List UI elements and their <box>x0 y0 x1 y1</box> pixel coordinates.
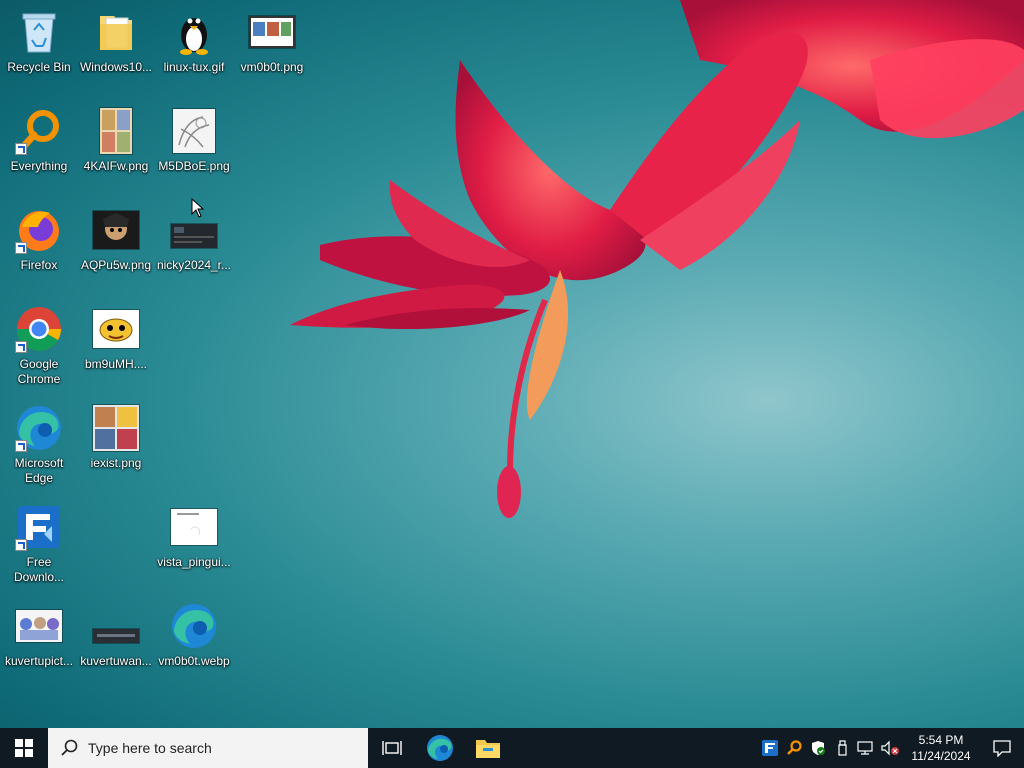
tray-volume[interactable] <box>878 728 902 768</box>
taskbar: Type here to search 5:54 PM 11/24/2024 <box>0 728 1024 768</box>
clock-time: 5:54 PM <box>918 733 964 747</box>
tray-usb[interactable] <box>830 728 854 768</box>
desktop-icon-label: 4KAIFw.png <box>83 159 149 173</box>
desktop-icon-label: Everything <box>10 159 68 173</box>
volume-muted-icon <box>881 740 899 756</box>
image-thumbnail-icon <box>92 602 140 650</box>
shortcut-arrow-icon <box>15 143 27 155</box>
image-thumbnail-icon <box>92 305 140 353</box>
desktop[interactable]: Recycle Bin Everything Firefox Google Ch… <box>0 0 1024 728</box>
taskbar-search-box[interactable]: Type here to search <box>48 728 368 768</box>
taskbar-file-explorer-button[interactable] <box>464 728 512 768</box>
desktop-icon-label: M5DBoE.png <box>158 159 230 173</box>
clock-date: 11/24/2024 <box>911 749 971 763</box>
desktop-icon-4kaifw[interactable]: 4KAIFw.png <box>78 99 154 193</box>
system-tray: 5:54 PM 11/24/2024 <box>758 728 1024 768</box>
desktop-icon-label: Firefox <box>20 258 58 272</box>
windows-security-icon <box>812 741 825 755</box>
image-thumbnail-icon <box>170 503 218 551</box>
desktop-icon-m5dboe[interactable]: M5DBoE.png <box>156 99 232 193</box>
folder-icon <box>92 8 140 56</box>
desktop-icon-kuvertuwan[interactable]: kuvertuwan... <box>78 594 154 688</box>
tray-everything[interactable] <box>782 728 806 768</box>
desktop-icon-label: vista_pingui... <box>157 555 231 569</box>
recycle-bin-icon <box>15 8 63 56</box>
image-thumbnail-icon <box>92 206 140 254</box>
desktop-icon-iexist[interactable]: iexist.png <box>78 396 154 490</box>
action-center-button[interactable] <box>980 728 1024 768</box>
desktop-icon-bm9umh[interactable]: bm9uMH.... <box>78 297 154 391</box>
desktop-icon-vista-pingui[interactable]: vista_pingui... <box>156 495 232 589</box>
firefox-icon <box>15 206 63 254</box>
free-download-manager-icon <box>762 740 778 756</box>
desktop-icon-microsoft-edge[interactable]: Microsoft Edge <box>1 396 77 490</box>
image-thumbnail-icon <box>92 107 140 155</box>
desktop-icon-label: Windows10... <box>79 60 153 74</box>
taskbar-edge-button[interactable] <box>416 728 464 768</box>
desktop-icon-everything[interactable]: Everything <box>1 99 77 193</box>
everything-icon <box>787 740 802 755</box>
desktop-icon-label: Recycle Bin <box>7 60 71 74</box>
desktop-icon-label: bm9uMH.... <box>84 357 147 371</box>
desktop-icon-label: Google Chrome <box>17 357 61 386</box>
edge-icon <box>427 735 453 761</box>
desktop-icon-label: nicky2024_r... <box>156 258 232 272</box>
free-download-manager-icon <box>15 503 63 551</box>
start-button[interactable] <box>0 728 48 768</box>
desktop-icon-recycle-bin[interactable]: Recycle Bin <box>1 0 77 94</box>
desktop-icon-firefox[interactable]: Firefox <box>1 198 77 292</box>
desktop-icon-label: Microsoft Edge <box>14 456 64 485</box>
shortcut-arrow-icon <box>15 242 27 254</box>
notification-icon <box>993 740 1011 757</box>
shortcut-arrow-icon <box>15 341 27 353</box>
everything-icon <box>15 107 63 155</box>
search-placeholder: Type here to search <box>88 740 212 756</box>
chrome-icon <box>15 305 63 353</box>
desktop-icon-label: linux-tux.gif <box>163 60 225 74</box>
file-explorer-icon <box>476 740 500 758</box>
desktop-icon-kuvertupict[interactable]: kuvertupict... <box>1 594 77 688</box>
desktop-icon-aqpu5w[interactable]: AQPu5w.png <box>78 198 154 292</box>
shortcut-arrow-icon <box>15 539 27 551</box>
windows-logo-icon <box>15 739 33 757</box>
search-icon <box>61 739 78 756</box>
tux-penguin-icon <box>170 8 218 56</box>
desktop-icon-label: iexist.png <box>90 456 142 470</box>
shortcut-arrow-icon <box>15 440 27 452</box>
desktop-icon-windows10-folder[interactable]: Windows10... <box>78 0 154 94</box>
desktop-icon-vm0b0t-png[interactable]: vm0b0t.png <box>234 0 310 94</box>
desktop-icon-free-download-manager[interactable]: Free Downlo... <box>1 495 77 589</box>
network-icon <box>857 741 873 755</box>
usb-icon <box>838 740 847 756</box>
taskbar-clock[interactable]: 5:54 PM 11/24/2024 <box>902 732 980 764</box>
desktop-icon-label: vm0b0t.webp <box>158 654 230 668</box>
desktop-icon-label: vm0b0t.png <box>240 60 304 74</box>
task-view-button[interactable] <box>368 728 416 768</box>
desktop-icon-label: kuvertupict... <box>4 654 74 668</box>
desktop-icon-vm0b0t-webp[interactable]: vm0b0t.webp <box>156 594 232 688</box>
mouse-cursor-icon <box>191 198 205 218</box>
edge-icon <box>170 602 218 650</box>
tray-windows-security[interactable] <box>806 728 830 768</box>
tray-free-download-manager[interactable] <box>758 728 782 768</box>
desktop-icon-label: AQPu5w.png <box>80 258 152 272</box>
desktop-icon-label: kuvertuwan... <box>80 654 152 668</box>
desktop-icon-google-chrome[interactable]: Google Chrome <box>1 297 77 391</box>
image-thumbnail-icon <box>248 8 296 56</box>
edge-icon <box>15 404 63 452</box>
image-thumbnail-icon <box>92 404 140 452</box>
image-thumbnail-icon <box>170 107 218 155</box>
image-thumbnail-icon <box>15 602 63 650</box>
tray-network[interactable] <box>854 728 878 768</box>
task-view-icon <box>382 741 402 755</box>
desktop-icon-label: Free Downlo... <box>13 555 65 584</box>
desktop-icon-linux-tux[interactable]: linux-tux.gif <box>156 0 232 94</box>
